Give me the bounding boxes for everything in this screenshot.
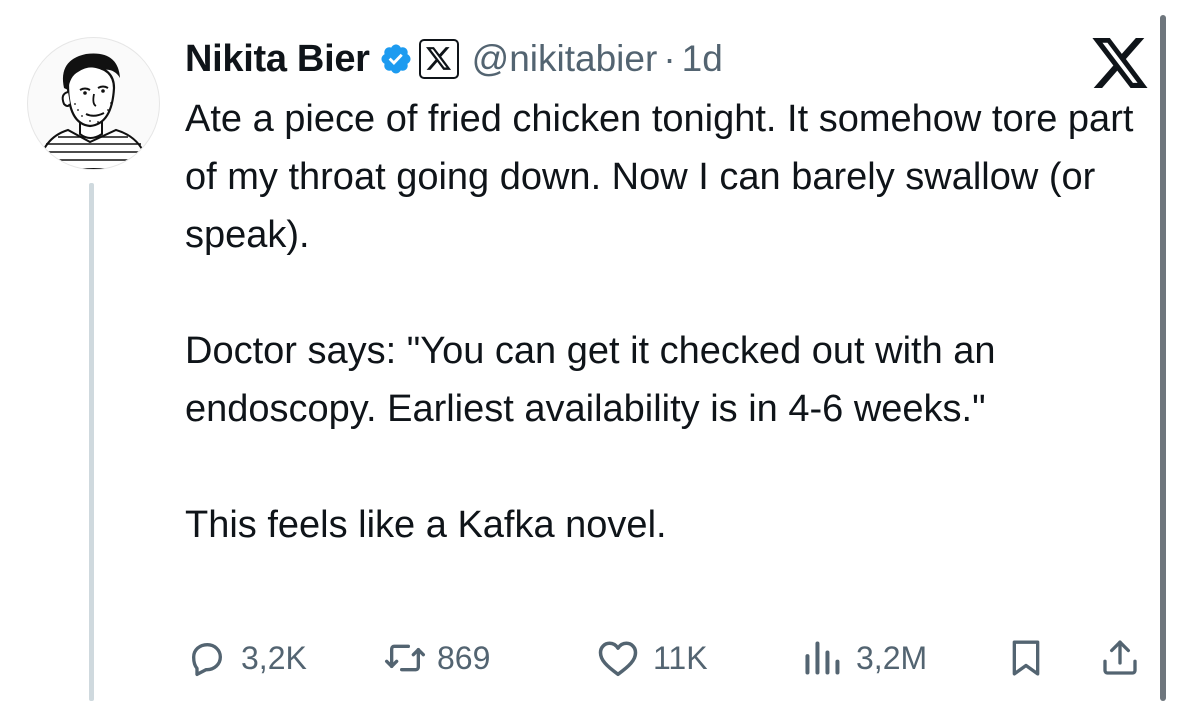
tweet-text: Ate a piece of fried chicken tonight. It… bbox=[185, 90, 1145, 554]
reply-count: 3,2K bbox=[241, 639, 307, 676]
share-button[interactable] bbox=[1100, 628, 1140, 688]
x-logo-icon bbox=[1092, 38, 1150, 88]
like-count: 11K bbox=[653, 639, 708, 676]
views-button[interactable]: 3,2M bbox=[800, 628, 927, 688]
user-handle[interactable]: @nikitabier bbox=[472, 38, 658, 80]
tweet-paragraph: Ate a piece of fried chicken tonight. It… bbox=[185, 98, 1134, 256]
reply-button[interactable]: 3,2K bbox=[187, 628, 307, 688]
reply-icon bbox=[187, 638, 227, 678]
repost-count: 869 bbox=[437, 639, 491, 676]
display-name[interactable]: Nikita Bier bbox=[185, 38, 370, 81]
bookmark-button[interactable] bbox=[1006, 628, 1046, 688]
heart-icon bbox=[597, 638, 639, 678]
timestamp[interactable]: 1d bbox=[682, 38, 723, 80]
action-bar: 3,2K 869 11K 3,2M bbox=[0, 628, 1179, 688]
like-button[interactable]: 11K bbox=[597, 628, 708, 688]
views-count: 3,2M bbox=[856, 639, 928, 676]
scrollbar[interactable] bbox=[1160, 15, 1166, 701]
repost-button[interactable]: 869 bbox=[383, 628, 490, 688]
separator-dot: · bbox=[663, 38, 676, 79]
tweet-paragraph: Doctor says: "You can get it checked out… bbox=[185, 330, 996, 430]
tweet-header: Nikita Bier @nikitabier · 1d bbox=[185, 34, 723, 84]
verified-badge-icon[interactable] bbox=[379, 42, 413, 76]
avatar[interactable] bbox=[27, 37, 160, 170]
x-affiliate-badge-icon[interactable] bbox=[418, 39, 459, 79]
tweet-paragraph: This feels like a Kafka novel. bbox=[185, 504, 667, 546]
repost-icon bbox=[383, 638, 427, 678]
bookmark-icon bbox=[1006, 637, 1046, 679]
views-chart-icon bbox=[800, 638, 844, 678]
thread-line bbox=[89, 183, 94, 701]
share-icon bbox=[1100, 637, 1140, 679]
avatar-illustration bbox=[36, 53, 151, 169]
